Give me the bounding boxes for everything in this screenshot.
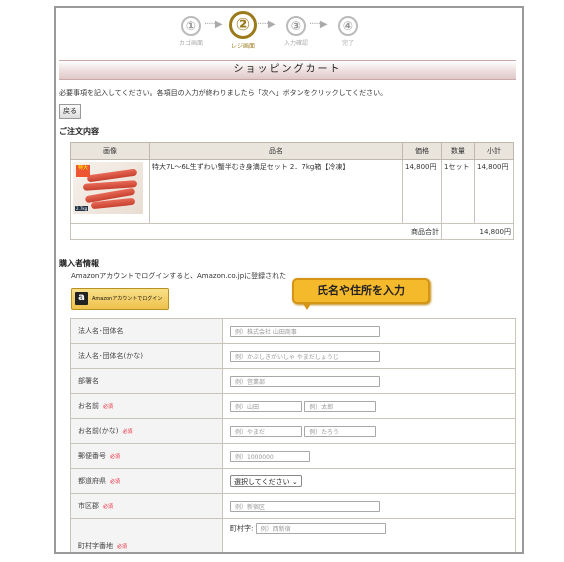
form-row-corp-kana: 法人名･団体名(かな) 例）かぶしきがいしゃ やまだしょうじ bbox=[70, 343, 516, 369]
back-button[interactable]: 戻る bbox=[59, 104, 81, 119]
product-image-cell: 特大 2.7kg bbox=[70, 159, 150, 224]
field-label-text: 市区郡 bbox=[78, 502, 99, 510]
product-qty: 1セット bbox=[441, 159, 475, 224]
order-header-row: 画像 品名 価格 数量 小計 bbox=[70, 142, 514, 160]
amazon-login-label: Amazonアカウントでログイン bbox=[92, 296, 163, 302]
prefecture-select[interactable]: 選択してください ⌄ bbox=[230, 475, 302, 487]
required-mark: 必須 bbox=[117, 544, 128, 550]
form-row-name-kana: お名前(かな) 必須 例）やまだ 例）たろう bbox=[70, 418, 516, 444]
product-subtotal: 14,800円 bbox=[474, 159, 514, 224]
page-frame: ① カゴ画面 ·····▶ ② レジ画面 ·····▶ ③ 入力確認 ·····… bbox=[54, 6, 524, 554]
amazon-login-button[interactable]: a Amazonアカウントでログイン bbox=[71, 288, 169, 310]
form-row-pref: 都道府県 必須 選択してください ⌄ bbox=[70, 468, 516, 494]
product-name: 特大7L～6L生ずわい蟹半むき身満足セット 2．7kg箱【冷凍】 bbox=[149, 159, 403, 224]
col-subtotal: 小計 bbox=[474, 142, 514, 160]
dept-input[interactable]: 例）営業部 bbox=[230, 375, 380, 387]
first-kana-input[interactable]: 例）たろう bbox=[304, 425, 377, 437]
table-row: 特大 2.7kg 特大7L～6L生ずわい蟹半むき身満足セット 2．7kg箱【冷凍… bbox=[70, 159, 514, 224]
form-row-city: 市区郡 必須 例）新宿区 bbox=[70, 493, 516, 519]
form-row-town: 町村字番地 必須 町村字: 例）西新宿 bbox=[70, 518, 516, 552]
buyer-form: 法人名･団体名 例）株式会社 山田商事 法人名･団体名(かな) 例）かぶしきがい… bbox=[70, 318, 516, 552]
step-label: レジ画面 bbox=[230, 43, 255, 50]
town-sub-label: 町村字: bbox=[230, 524, 254, 533]
field-label: 法人名･団体名 bbox=[70, 318, 223, 344]
product-badge: 特大 bbox=[76, 165, 90, 177]
step-arrow: ·····▶ bbox=[204, 19, 223, 30]
order-table: 画像 品名 価格 数量 小計 特大 2.7kg 特大7L～6L生ずわい蟹半むき身… bbox=[70, 142, 514, 240]
zip-input[interactable]: 例）1000000 bbox=[230, 450, 310, 462]
annotation-callout: 氏名や住所を入力 bbox=[292, 278, 430, 304]
page-title: ショッピングカート bbox=[59, 60, 516, 80]
order-section-title: ご注文内容 bbox=[59, 127, 99, 136]
form-row-zip: 郵便番号 必須 例）1000000 bbox=[70, 443, 516, 469]
total-value: 14,800円 bbox=[441, 223, 514, 240]
form-row-dept: 部署名 例）営業部 bbox=[70, 368, 516, 394]
first-name-input[interactable]: 例）太郎 bbox=[304, 400, 377, 412]
field-label-text: お名前 bbox=[78, 402, 99, 410]
field-label: 部署名 bbox=[70, 368, 223, 394]
step-number: ④ bbox=[338, 16, 358, 36]
last-kana-input[interactable]: 例）やまだ bbox=[230, 425, 302, 437]
product-price: 14,800円 bbox=[402, 159, 442, 224]
step-arrow: ·····▶ bbox=[309, 19, 328, 30]
step-arrow: ·····▶ bbox=[257, 19, 276, 30]
field-label: 都道府県 必須 bbox=[70, 468, 223, 494]
field-label-text: 郵便番号 bbox=[78, 452, 106, 460]
step-label: 入力確認 bbox=[283, 40, 308, 47]
step-number: ② bbox=[229, 11, 257, 39]
field-label: 法人名･団体名(かな) bbox=[70, 343, 223, 369]
product-weight-tag: 2.7kg bbox=[75, 206, 89, 211]
required-mark: 必須 bbox=[103, 504, 114, 510]
total-label: 商品合計 bbox=[70, 223, 442, 240]
required-mark: 必須 bbox=[103, 404, 114, 410]
step-label: カゴ画面 bbox=[178, 40, 203, 47]
city-input[interactable]: 例）新宿区 bbox=[230, 500, 380, 512]
field-label-text: 町村字番地 bbox=[78, 542, 113, 550]
required-mark: 必須 bbox=[110, 454, 121, 460]
col-qty: 数量 bbox=[441, 142, 475, 160]
corp-kana-input[interactable]: 例）かぶしきがいしゃ やまだしょうじ bbox=[230, 350, 380, 362]
required-mark: 必須 bbox=[110, 479, 121, 485]
field-label: お名前(かな) 必須 bbox=[70, 418, 223, 444]
prefecture-selected: 選択してください bbox=[234, 478, 290, 486]
chevron-down-icon: ⌄ bbox=[291, 478, 298, 486]
col-name: 品名 bbox=[149, 142, 403, 160]
step-number: ① bbox=[181, 16, 201, 36]
step-number: ③ bbox=[286, 16, 306, 36]
field-label: 郵便番号 必須 bbox=[70, 443, 223, 469]
form-row-corp: 法人名･団体名 例）株式会社 山田商事 bbox=[70, 318, 516, 344]
instructions-text: 必要事項を記入してください。各項目の入力が終わりましたら「次へ」ボタンをクリック… bbox=[59, 89, 388, 97]
field-label: お名前 必須 bbox=[70, 393, 223, 419]
col-image: 画像 bbox=[70, 142, 150, 160]
callout-pointer bbox=[302, 302, 312, 310]
form-row-name: お名前 必須 例）山田 例）太郎 bbox=[70, 393, 516, 419]
field-label: 市区郡 必須 bbox=[70, 493, 223, 519]
field-label: 町村字番地 必須 bbox=[70, 518, 223, 552]
corp-name-input[interactable]: 例）株式会社 山田商事 bbox=[230, 325, 380, 337]
field-label-text: 都道府県 bbox=[78, 477, 106, 485]
amazon-hint-text: Amazonアカウントでログインすると、Amazon.co.jpに登録された bbox=[71, 272, 287, 280]
step-complete: ④ 完了 bbox=[328, 16, 368, 47]
col-price: 価格 bbox=[402, 142, 442, 160]
amazon-icon: a bbox=[75, 292, 88, 305]
buyer-section-title: 購入者情報 bbox=[59, 259, 99, 268]
town-input[interactable]: 例）西新宿 bbox=[255, 523, 386, 534]
total-row: 商品合計 14,800円 bbox=[70, 223, 514, 240]
field-label-text: お名前(かな) bbox=[78, 427, 119, 435]
product-image: 特大 2.7kg bbox=[73, 162, 143, 214]
step-label: 完了 bbox=[341, 40, 354, 47]
required-mark: 必須 bbox=[122, 429, 133, 435]
last-name-input[interactable]: 例）山田 bbox=[230, 400, 302, 412]
checkout-steps: ① カゴ画面 ·····▶ ② レジ画面 ·····▶ ③ 入力確認 ·····… bbox=[171, 11, 371, 58]
